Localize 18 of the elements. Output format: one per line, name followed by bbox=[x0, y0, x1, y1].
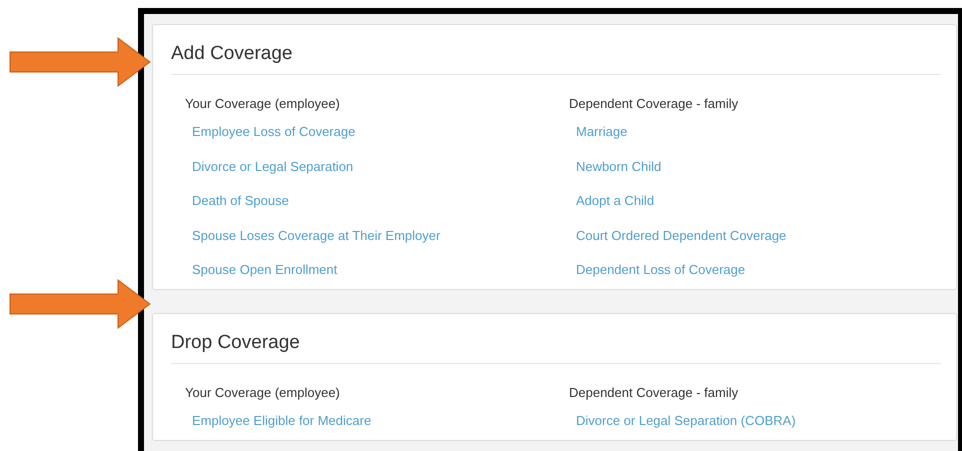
link[interactable]: Spouse Loses Coverage at Their Employer bbox=[192, 226, 440, 244]
link[interactable]: Marriage bbox=[576, 123, 628, 141]
link[interactable]: Dependent Loss of Coverage bbox=[576, 261, 746, 279]
link[interactable]: Employee Loss of Coverage bbox=[192, 123, 356, 141]
section-title: Drop Coverage bbox=[171, 331, 300, 355]
link[interactable]: Adopt a Child bbox=[576, 192, 654, 210]
link[interactable]: Court Ordered Dependent Coverage bbox=[576, 226, 786, 244]
link[interactable]: Death of Spouse bbox=[192, 192, 289, 210]
link[interactable]: Newborn Child bbox=[576, 158, 662, 176]
link[interactable]: Divorce or Legal Separation (COBRA) bbox=[576, 412, 796, 430]
link[interactable]: Employee Eligible for Medicare bbox=[192, 412, 372, 430]
link[interactable]: Spouse Open Enrollment bbox=[192, 261, 338, 279]
link[interactable]: Divorce or Legal Separation bbox=[192, 158, 354, 176]
section-title: Add Coverage bbox=[171, 42, 292, 66]
column-heading: Your Coverage (employee) bbox=[185, 95, 340, 113]
column-heading: Dependent Coverage - family bbox=[569, 95, 738, 113]
column-heading: Dependent Coverage - family bbox=[569, 384, 738, 402]
column-heading: Your Coverage (employee) bbox=[185, 384, 340, 402]
